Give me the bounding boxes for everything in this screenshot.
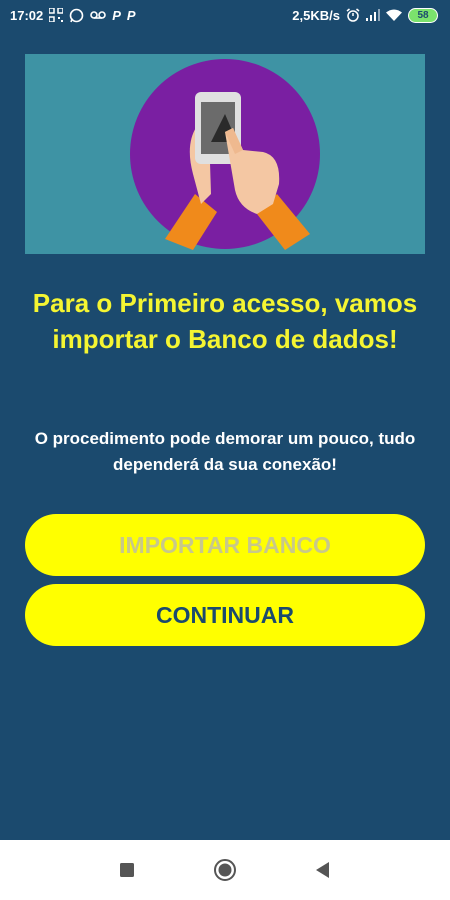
recents-square-icon[interactable]: [114, 857, 140, 883]
wifi-icon: [386, 7, 402, 23]
hand-touching-phone-icon: [130, 59, 320, 250]
continue-button[interactable]: CONTINUAR: [25, 584, 425, 646]
network-speed: 2,5KB/s: [292, 7, 340, 23]
navigation-bar: [0, 840, 450, 900]
voicemail-icon: [90, 7, 107, 23]
status-bar-left: 17:02 P P: [10, 7, 136, 23]
main-content: Para o Primeiro acesso, vamos importar o…: [0, 30, 450, 840]
hero-illustration: [25, 54, 425, 254]
p-app-icon: P: [112, 7, 121, 23]
p-app-icon: P: [126, 7, 136, 23]
page-subtitle: O procedimento pode demorar um pouco, tu…: [34, 429, 416, 474]
battery-icon: 58: [408, 7, 438, 23]
status-bar-right: 2,5KB/s 58: [292, 7, 438, 23]
alarm-icon: [346, 7, 360, 23]
whatsapp-icon: [69, 7, 84, 23]
signal-icon: [366, 7, 380, 23]
qr-icon: [49, 7, 64, 23]
page-title: Para o Primeiro acesso, vamos importar o…: [32, 288, 418, 354]
import-database-button[interactable]: IMPORTAR BANCO: [25, 514, 425, 576]
home-circle-icon[interactable]: [212, 857, 238, 883]
status-time: 17:02: [10, 7, 44, 23]
status-bar: 17:02 P P 2,5KB/s 58: [0, 0, 450, 30]
back-triangle-icon[interactable]: [310, 857, 336, 883]
